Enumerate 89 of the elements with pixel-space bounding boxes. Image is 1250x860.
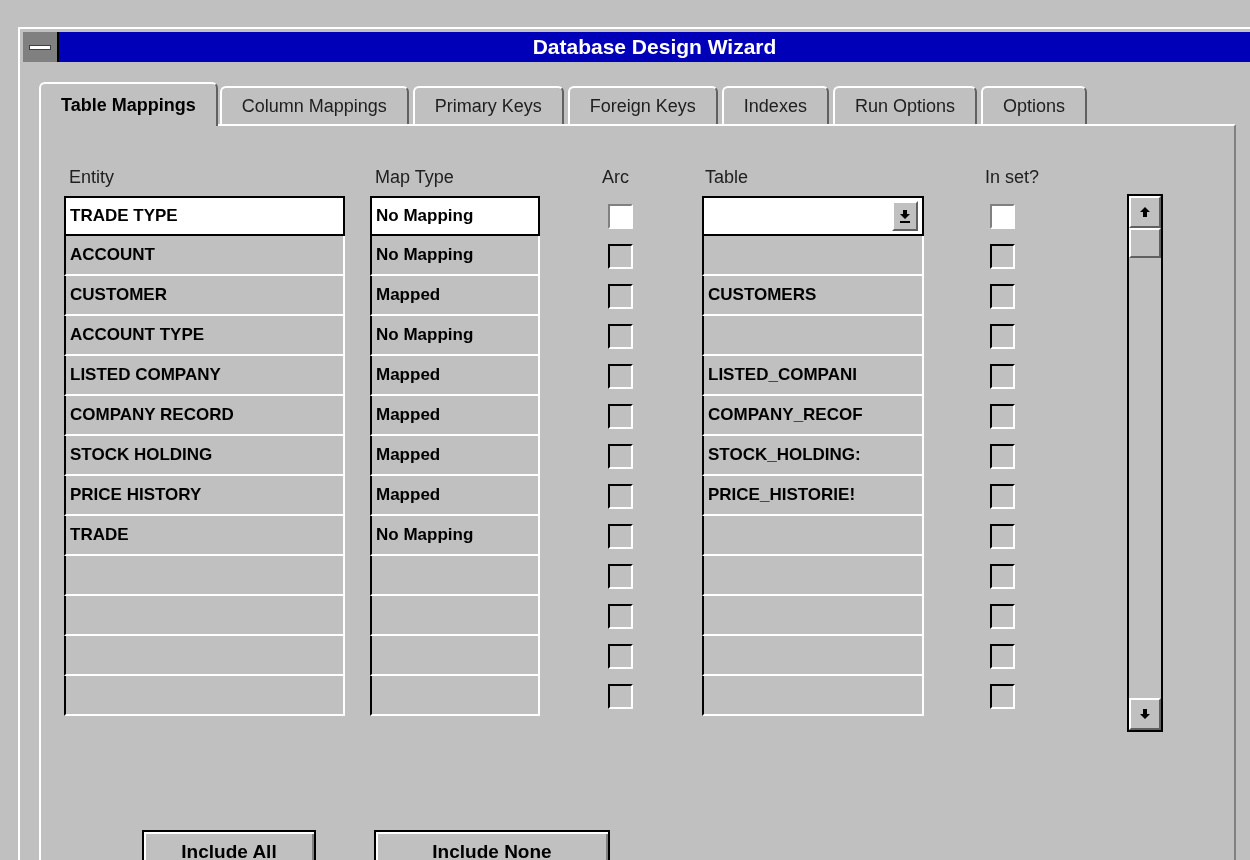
tab[interactable]: Column Mappings (219, 86, 409, 124)
checkbox[interactable] (608, 443, 633, 469)
scroll-thumb[interactable] (1129, 228, 1162, 258)
tab[interactable]: Options (980, 86, 1087, 124)
entity-cell[interactable]: TRADE (64, 516, 345, 556)
checkbox[interactable] (990, 243, 1015, 269)
table-cell[interactable]: COMPANY_RECOF (702, 396, 924, 436)
include-button[interactable]: Include None (374, 830, 610, 860)
arrow-up-icon (1139, 206, 1152, 218)
checkbox[interactable] (990, 683, 1015, 709)
map-type-cell[interactable] (370, 676, 540, 716)
scroll-up-button[interactable] (1129, 196, 1162, 228)
checkbox[interactable] (990, 563, 1015, 589)
arrow-down-icon (1139, 708, 1152, 720)
column-header: Table (704, 166, 750, 189)
table-cell[interactable] (702, 676, 924, 716)
entity-cell[interactable]: LISTED COMPANY (64, 356, 345, 396)
entity-cell[interactable] (64, 676, 345, 716)
entity-cell[interactable]: STOCK HOLDING (64, 436, 345, 476)
entity-cell[interactable]: ACCOUNT TYPE (64, 316, 345, 356)
checkbox[interactable] (990, 603, 1015, 629)
checkbox[interactable] (608, 643, 633, 669)
dropdown-icon[interactable] (892, 201, 918, 231)
table-dropdown[interactable] (702, 196, 924, 236)
table-cell[interactable]: CUSTOMERS (702, 276, 924, 316)
checkbox[interactable] (990, 363, 1015, 389)
include-button[interactable]: Include All (142, 830, 316, 860)
checkbox[interactable] (990, 323, 1015, 349)
entity-cell[interactable] (64, 596, 345, 636)
checkbox[interactable] (990, 203, 1015, 229)
checkbox[interactable] (608, 523, 633, 549)
checkbox[interactable] (608, 363, 633, 389)
tab[interactable]: Indexes (721, 86, 829, 124)
entity-cell[interactable] (64, 636, 345, 676)
map-type-cell[interactable] (370, 556, 540, 596)
table-cell[interactable] (702, 236, 924, 276)
tab[interactable]: Table Mappings (39, 82, 218, 126)
entity-cell[interactable]: ACCOUNT (64, 236, 345, 276)
tab[interactable]: Primary Keys (412, 86, 564, 124)
checkbox[interactable] (990, 483, 1015, 509)
checkbox[interactable] (608, 283, 633, 309)
column-header: Entity (68, 166, 116, 189)
map-type-cell[interactable] (370, 596, 540, 636)
checkbox[interactable] (990, 403, 1015, 429)
checkbox[interactable] (608, 203, 633, 229)
checkbox[interactable] (990, 643, 1015, 669)
entity-cell[interactable]: CUSTOMER (64, 276, 345, 316)
checkbox[interactable] (608, 403, 633, 429)
table-cell[interactable] (702, 596, 924, 636)
map-type-cell[interactable]: No Mapping (370, 236, 540, 276)
table-cell[interactable]: LISTED_COMPANI (702, 356, 924, 396)
dash-icon (29, 44, 51, 50)
column-header: In set? (984, 166, 1040, 189)
column-header: Map Type (374, 166, 455, 189)
checkbox[interactable] (608, 323, 633, 349)
map-type-cell[interactable]: No Mapping (370, 516, 540, 556)
table-cell[interactable] (702, 556, 924, 596)
table-cell[interactable] (702, 636, 924, 676)
map-type-cell[interactable]: Mapped (370, 276, 540, 316)
checkbox[interactable] (990, 283, 1015, 309)
scrollbar[interactable] (1127, 194, 1164, 732)
map-type-cell[interactable]: Mapped (370, 476, 540, 516)
checkbox[interactable] (608, 603, 633, 629)
checkbox[interactable] (608, 563, 633, 589)
table-cell[interactable] (702, 516, 924, 556)
map-type-cell[interactable] (370, 636, 540, 676)
checkbox[interactable] (608, 483, 633, 509)
map-type-cell[interactable]: No Mapping (370, 196, 540, 236)
checkbox[interactable] (990, 523, 1015, 549)
scroll-down-button[interactable] (1129, 698, 1162, 730)
tab[interactable]: Run Options (832, 86, 977, 124)
table-cell[interactable]: PRICE_HISTORIE! (702, 476, 924, 516)
map-type-cell[interactable]: Mapped (370, 356, 540, 396)
checkbox[interactable] (608, 243, 633, 269)
table-cell[interactable] (702, 316, 924, 356)
system-menu-button[interactable] (23, 32, 59, 62)
entity-cell[interactable]: PRICE HISTORY (64, 476, 345, 516)
map-type-cell[interactable]: Mapped (370, 396, 540, 436)
checkbox[interactable] (608, 683, 633, 709)
checkbox[interactable] (990, 443, 1015, 469)
window-title: Database Design Wizard (532, 34, 777, 61)
map-type-cell[interactable]: Mapped (370, 436, 540, 476)
entity-cell[interactable] (64, 556, 345, 596)
entity-cell[interactable]: TRADE TYPE (64, 196, 345, 236)
table-cell[interactable]: STOCK_HOLDING: (702, 436, 924, 476)
tab[interactable]: Foreign Keys (567, 86, 718, 124)
entity-cell[interactable]: COMPANY RECORD (64, 396, 345, 436)
column-header: Arc (601, 166, 630, 189)
map-type-cell[interactable]: No Mapping (370, 316, 540, 356)
